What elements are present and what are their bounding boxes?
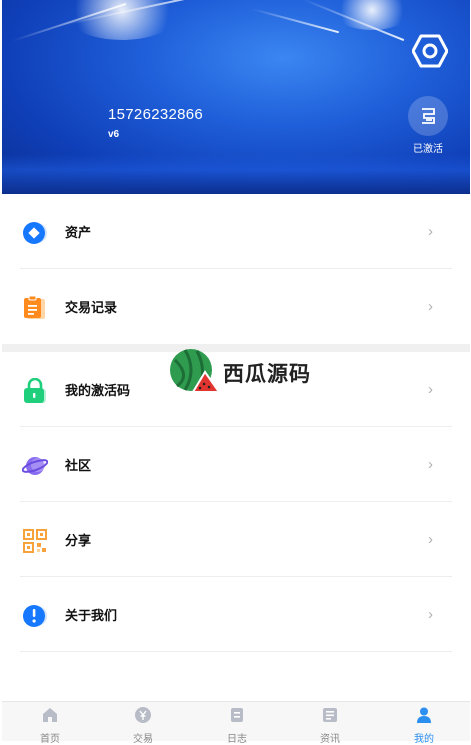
chevron-right-icon: › [428, 298, 433, 315]
menu-group-assets: 资产 › 交易记录 › [2, 194, 470, 344]
activated-icon [422, 108, 435, 124]
menu-item-share[interactable]: 分享 › [2, 502, 470, 577]
news-icon [323, 708, 337, 722]
chevron-right-icon: › [428, 456, 433, 473]
planet-icon [22, 457, 48, 475]
light-streak [251, 8, 340, 34]
menu-label: 资产 [65, 225, 92, 240]
header-horizon [2, 154, 470, 194]
qrcode-icon [23, 529, 47, 553]
menu-label: 交易记录 [65, 300, 118, 315]
profile-header: 15726232866 v6 已激活 [2, 0, 470, 194]
menu-group-more: 我的激活码 › 社区 › 分享 › 关于我们 › [2, 352, 470, 652]
activation-label: 已激活 [413, 144, 443, 155]
user-phone: 15726232866 [108, 106, 204, 123]
yen-coin-icon [135, 707, 151, 723]
tab-trade[interactable]: 交易 [113, 706, 173, 745]
tab-label: 首页 [40, 734, 60, 745]
divider [20, 651, 452, 652]
menu-item-about[interactable]: 关于我们 › [2, 577, 470, 652]
user-level: v6 [108, 129, 120, 140]
activation-circle [408, 96, 448, 136]
tab-home[interactable]: 首页 [20, 706, 80, 745]
chevron-right-icon: › [428, 381, 433, 398]
tab-label: 我的 [414, 734, 434, 745]
tab-label: 资讯 [320, 734, 340, 745]
chevron-right-icon: › [428, 223, 433, 240]
tab-label: 交易 [133, 734, 153, 745]
settings-hexagon-icon [411, 34, 449, 68]
menu-label: 分享 [65, 533, 92, 548]
watermelon-logo-icon [170, 349, 221, 393]
home-icon [43, 708, 57, 722]
menu-label: 关于我们 [65, 608, 118, 623]
info-icon [23, 605, 47, 627]
settings-button[interactable] [411, 34, 449, 68]
log-icon [231, 708, 243, 722]
menu-item-community[interactable]: 社区 › [2, 427, 470, 502]
watermark-text: 西瓜源码 [223, 363, 311, 386]
tab-log[interactable]: 日志 [207, 706, 267, 745]
menu-item-assets[interactable]: 资产 › [2, 194, 470, 269]
chevron-right-icon: › [428, 606, 433, 623]
user-icon [417, 707, 431, 723]
tab-label: 日志 [227, 734, 247, 745]
watermark: 西瓜源码 [167, 346, 317, 396]
chevron-right-icon: › [428, 531, 433, 548]
menu-label: 社区 [65, 458, 92, 473]
clipboard-icon [24, 295, 45, 319]
coin-icon [23, 222, 47, 244]
lock-icon [24, 378, 46, 403]
tab-news[interactable]: 资讯 [300, 706, 360, 745]
tab-mine[interactable]: 我的 [394, 706, 454, 745]
activation-status[interactable]: 已激活 [406, 96, 450, 155]
menu-item-trade-records[interactable]: 交易记录 › [2, 269, 470, 344]
bottom-tab-bar: 首页 交易 日志 资讯 我的 [2, 701, 470, 745]
menu-label: 我的激活码 [65, 383, 131, 398]
